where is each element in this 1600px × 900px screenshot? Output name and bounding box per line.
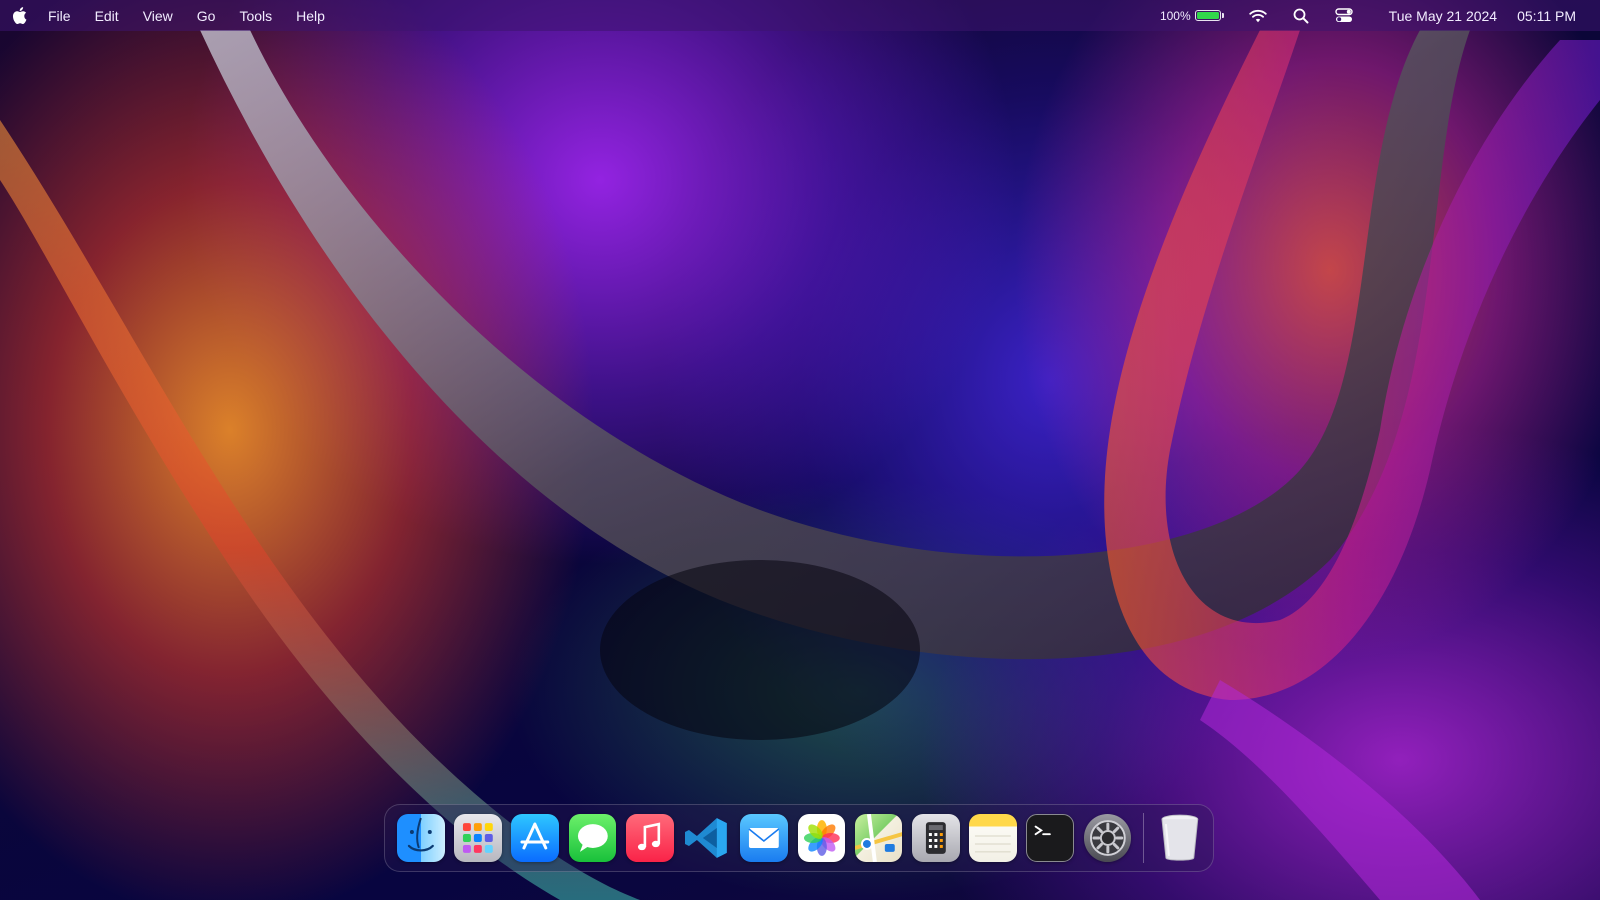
menubar-date[interactable]: Tue May 21 2024 <box>1389 8 1497 24</box>
dock-notes-icon[interactable] <box>969 814 1017 862</box>
dock-app-store-icon[interactable] <box>511 814 560 862</box>
menubar-time[interactable]: 05:11 PM <box>1517 8 1576 24</box>
dock-calculator-icon[interactable] <box>911 814 960 862</box>
search-icon[interactable] <box>1293 8 1309 24</box>
desktop-wallpaper <box>0 30 1600 900</box>
control-center-icon[interactable] <box>1334 8 1353 23</box>
dock-music-icon[interactable] <box>625 814 674 862</box>
battery-level-fill <box>1196 12 1219 19</box>
dock-finder-icon[interactable] <box>397 814 445 862</box>
menu-bar: File Edit View Go Tools Help 100% Tue Ma… <box>0 0 1600 31</box>
menu-help[interactable]: Help <box>296 8 325 24</box>
dock-separator <box>1142 813 1144 863</box>
apple-icon[interactable] <box>12 7 28 25</box>
dock-maps-icon[interactable] <box>854 814 903 862</box>
dock-launchpad-icon[interactable] <box>454 814 502 862</box>
dock-system-settings-icon[interactable] <box>1083 814 1132 862</box>
dock-mail-icon[interactable] <box>740 814 789 862</box>
dock-terminal-icon[interactable] <box>1026 814 1075 862</box>
menu-tools[interactable]: Tools <box>239 8 272 24</box>
menu-go[interactable]: Go <box>197 8 216 24</box>
dock-vscode-icon[interactable] <box>683 814 731 862</box>
dock-messages-icon[interactable] <box>568 814 617 862</box>
dock-trash-icon[interactable] <box>1156 814 1204 862</box>
dock <box>384 804 1214 872</box>
menu-view[interactable]: View <box>143 8 173 24</box>
dock-photos-icon[interactable] <box>797 814 846 862</box>
battery-percentage[interactable]: 100% <box>1160 9 1191 23</box>
battery-icon[interactable] <box>1194 10 1224 21</box>
menu-edit[interactable]: Edit <box>95 8 119 24</box>
wifi-icon[interactable] <box>1248 9 1267 23</box>
menu-file[interactable]: File <box>48 8 71 24</box>
